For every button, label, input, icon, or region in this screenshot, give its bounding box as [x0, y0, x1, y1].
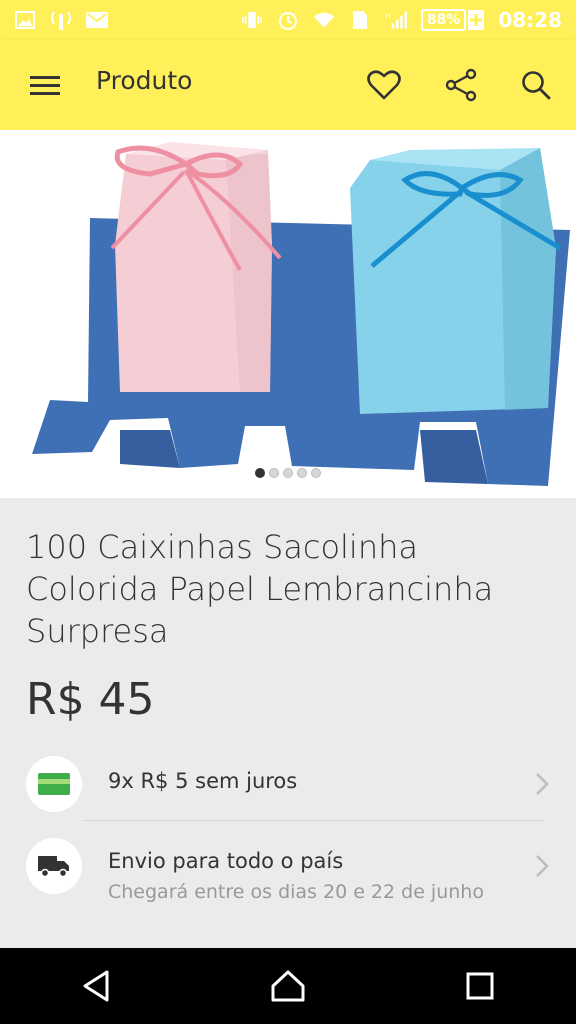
search-icon[interactable]: [517, 66, 555, 104]
battery-level: 88%: [420, 9, 467, 31]
shipping-subtitle: Chegará entre os dias 20 e 22 de junho: [108, 881, 484, 903]
pagination-dot[interactable]: [297, 468, 307, 478]
product-title: 100 Caixinhas Sacolinha Colorida Papel L…: [26, 528, 494, 650]
navigation-bar: [0, 948, 576, 1024]
installments-row[interactable]: 9x R$ 5 sem juros: [0, 756, 576, 820]
signal-icon: [50, 11, 72, 30]
page-title: Produto: [96, 66, 193, 95]
pagination-dot[interactable]: [255, 468, 265, 478]
charging-icon: [468, 10, 485, 30]
shipping-row[interactable]: Envio para todo o país Chegará entre os …: [0, 838, 576, 908]
vibrate-icon: [241, 11, 263, 29]
product-price: R$ 45: [26, 674, 155, 725]
cell-signal-icon: H: [385, 11, 407, 29]
back-icon[interactable]: [66, 956, 126, 1016]
gallery-pagination: [0, 468, 576, 478]
sim-icon: [349, 11, 371, 29]
heart-icon[interactable]: [365, 66, 403, 104]
chevron-right-icon: [536, 855, 549, 877]
chevron-right-icon: [536, 773, 549, 795]
pagination-dot[interactable]: [269, 468, 279, 478]
shipping-title: Envio para todo o país: [108, 849, 344, 873]
app-bar: Produto: [0, 40, 576, 130]
image-icon: [14, 11, 36, 29]
product-info: 100 Caixinhas Sacolinha Colorida Papel L…: [0, 498, 576, 948]
divider: [84, 820, 544, 821]
menu-icon[interactable]: [30, 70, 62, 100]
clock: 08:28: [498, 8, 562, 32]
product-image: [32, 142, 570, 486]
recents-icon[interactable]: [450, 956, 510, 1016]
product-gallery[interactable]: [0, 130, 576, 498]
home-icon[interactable]: [258, 956, 318, 1016]
battery-icon: 88%: [420, 9, 485, 31]
credit-card-icon: [26, 756, 82, 812]
status-bar-left: [14, 11, 108, 30]
share-icon[interactable]: [442, 66, 480, 104]
status-bar: H 88% 08:28: [0, 0, 576, 40]
alarm-icon: [277, 11, 299, 30]
status-bar-right: H 88% 08:28: [241, 8, 562, 32]
pagination-dot[interactable]: [311, 468, 321, 478]
svg-text:H: H: [385, 11, 391, 20]
wifi-icon: [313, 11, 335, 29]
mail-icon: [86, 11, 108, 29]
installments-text: 9x R$ 5 sem juros: [108, 769, 298, 793]
pagination-dot[interactable]: [283, 468, 293, 478]
truck-icon: [26, 838, 82, 894]
